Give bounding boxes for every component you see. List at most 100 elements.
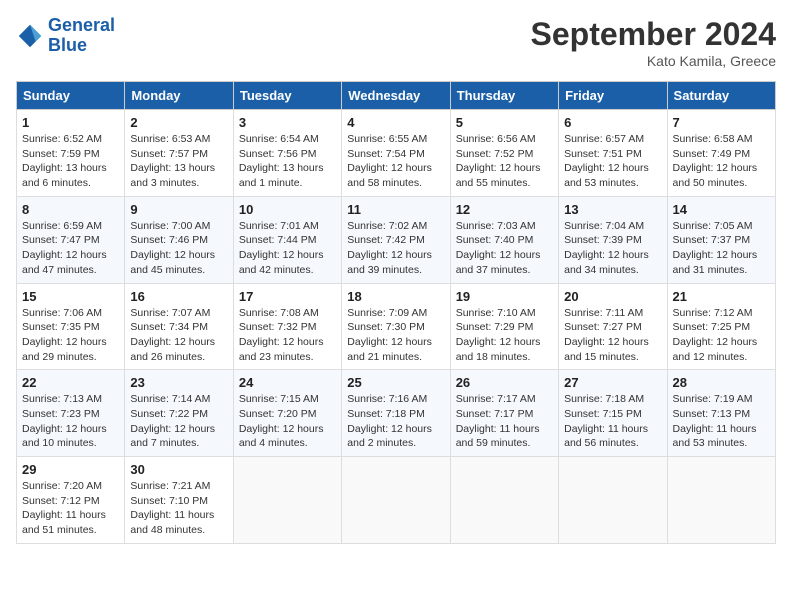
day-number: 7 bbox=[673, 115, 770, 130]
calendar-cell: 15 Sunrise: 7:06 AMSunset: 7:35 PMDayligh… bbox=[17, 283, 125, 370]
day-info: Sunrise: 7:11 AMSunset: 7:27 PMDaylight:… bbox=[564, 306, 661, 365]
weekday-header-friday: Friday bbox=[559, 82, 667, 110]
calendar-cell: 26Sunrise: 7:17 AMSunset: 7:17 PMDayligh… bbox=[450, 370, 558, 457]
weekday-header-monday: Monday bbox=[125, 82, 233, 110]
logo-icon bbox=[16, 22, 44, 50]
calendar-cell bbox=[667, 457, 775, 544]
day-info: Sunrise: 7:10 AMSunset: 7:29 PMDaylight:… bbox=[456, 306, 553, 365]
day-number: 25 bbox=[347, 375, 444, 390]
weekday-header-wednesday: Wednesday bbox=[342, 82, 450, 110]
day-info: Sunrise: 6:57 AMSunset: 7:51 PMDaylight:… bbox=[564, 132, 661, 191]
calendar-cell: 22 Sunrise: 7:13 AMSunset: 7:23 PMDayligh… bbox=[17, 370, 125, 457]
calendar-cell bbox=[342, 457, 450, 544]
day-number: 30 bbox=[130, 462, 227, 477]
day-info: Sunrise: 7:19 AMSunset: 7:13 PMDaylight:… bbox=[673, 392, 770, 451]
day-info: Sunrise: 7:03 AMSunset: 7:40 PMDaylight:… bbox=[456, 219, 553, 278]
day-number: 9 bbox=[130, 202, 227, 217]
day-info: Sunrise: 6:59 AMSunset: 7:47 PMDaylight:… bbox=[22, 219, 119, 278]
day-number: 24 bbox=[239, 375, 336, 390]
weekday-header-tuesday: Tuesday bbox=[233, 82, 341, 110]
weekday-header-sunday: Sunday bbox=[17, 82, 125, 110]
day-number: 18 bbox=[347, 289, 444, 304]
month-title: September 2024 bbox=[531, 16, 776, 53]
logo: General Blue bbox=[16, 16, 115, 56]
day-info: Sunrise: 7:13 AMSunset: 7:23 PMDaylight:… bbox=[22, 392, 119, 451]
day-number: 13 bbox=[564, 202, 661, 217]
calendar-cell bbox=[450, 457, 558, 544]
logo-line2: Blue bbox=[48, 35, 87, 55]
calendar-table: SundayMondayTuesdayWednesdayThursdayFrid… bbox=[16, 81, 776, 544]
calendar-cell: 3 Sunrise: 6:54 AMSunset: 7:56 PMDaylight… bbox=[233, 110, 341, 197]
day-number: 6 bbox=[564, 115, 661, 130]
day-number: 3 bbox=[239, 115, 336, 130]
day-info: Sunrise: 7:01 AMSunset: 7:44 PMDaylight:… bbox=[239, 219, 336, 278]
day-number: 26 bbox=[456, 375, 553, 390]
calendar-cell: 23 Sunrise: 7:14 AMSunset: 7:22 PMDayligh… bbox=[125, 370, 233, 457]
day-info: Sunrise: 7:07 AMSunset: 7:34 PMDaylight:… bbox=[130, 306, 227, 365]
day-info: Sunrise: 6:56 AMSunset: 7:52 PMDaylight:… bbox=[456, 132, 553, 191]
calendar-cell bbox=[559, 457, 667, 544]
calendar-cell: 4 Sunrise: 6:55 AMSunset: 7:54 PMDaylight… bbox=[342, 110, 450, 197]
calendar-cell: 14 Sunrise: 7:05 AMSunset: 7:37 PMDayligh… bbox=[667, 196, 775, 283]
calendar-cell: 20 Sunrise: 7:11 AMSunset: 7:27 PMDayligh… bbox=[559, 283, 667, 370]
calendar-cell: 12Sunrise: 7:03 AMSunset: 7:40 PMDayligh… bbox=[450, 196, 558, 283]
calendar-cell: 19 Sunrise: 7:10 AMSunset: 7:29 PMDayligh… bbox=[450, 283, 558, 370]
calendar-week-row: 29 Sunrise: 7:20 AMSunset: 7:12 PMDayligh… bbox=[17, 457, 776, 544]
calendar-cell: 16 Sunrise: 7:07 AMSunset: 7:34 PMDayligh… bbox=[125, 283, 233, 370]
day-number: 14 bbox=[673, 202, 770, 217]
day-number: 23 bbox=[130, 375, 227, 390]
day-info: Sunrise: 6:52 AMSunset: 7:59 PMDaylight:… bbox=[22, 132, 119, 191]
day-info: Sunrise: 7:21 AMSunset: 7:10 PMDaylight:… bbox=[130, 479, 227, 538]
calendar-cell: 30 Sunrise: 7:21 AMSunset: 7:10 PMDayligh… bbox=[125, 457, 233, 544]
calendar-cell: 9 Sunrise: 7:00 AMSunset: 7:46 PMDaylight… bbox=[125, 196, 233, 283]
calendar-cell: 1 Sunrise: 6:52 AMSunset: 7:59 PMDaylight… bbox=[17, 110, 125, 197]
day-number: 5 bbox=[456, 115, 553, 130]
day-number: 10 bbox=[239, 202, 336, 217]
day-info: Sunrise: 7:04 AMSunset: 7:39 PMDaylight:… bbox=[564, 219, 661, 278]
day-number: 27 bbox=[564, 375, 661, 390]
day-info: Sunrise: 7:15 AMSunset: 7:20 PMDaylight:… bbox=[239, 392, 336, 451]
day-number: 1 bbox=[22, 115, 119, 130]
day-info: Sunrise: 7:06 AMSunset: 7:35 PMDaylight:… bbox=[22, 306, 119, 365]
day-number: 20 bbox=[564, 289, 661, 304]
day-info: Sunrise: 6:54 AMSunset: 7:56 PMDaylight:… bbox=[239, 132, 336, 191]
day-number: 19 bbox=[456, 289, 553, 304]
calendar-cell: 10 Sunrise: 7:01 AMSunset: 7:44 PMDayligh… bbox=[233, 196, 341, 283]
day-info: Sunrise: 7:05 AMSunset: 7:37 PMDaylight:… bbox=[673, 219, 770, 278]
calendar-cell: 25 Sunrise: 7:16 AMSunset: 7:18 PMDayligh… bbox=[342, 370, 450, 457]
day-number: 4 bbox=[347, 115, 444, 130]
day-number: 2 bbox=[130, 115, 227, 130]
day-number: 8 bbox=[22, 202, 119, 217]
day-number: 29 bbox=[22, 462, 119, 477]
location-subtitle: Kato Kamila, Greece bbox=[531, 53, 776, 69]
weekday-header-saturday: Saturday bbox=[667, 82, 775, 110]
calendar-cell: 21Sunrise: 7:12 AMSunset: 7:25 PMDayligh… bbox=[667, 283, 775, 370]
calendar-cell: 5 Sunrise: 6:56 AMSunset: 7:52 PMDaylight… bbox=[450, 110, 558, 197]
day-info: Sunrise: 6:55 AMSunset: 7:54 PMDaylight:… bbox=[347, 132, 444, 191]
logo-line1: General bbox=[48, 15, 115, 35]
calendar-cell: 17Sunrise: 7:08 AMSunset: 7:32 PMDayligh… bbox=[233, 283, 341, 370]
day-number: 16 bbox=[130, 289, 227, 304]
day-info: Sunrise: 7:20 AMSunset: 7:12 PMDaylight:… bbox=[22, 479, 119, 538]
calendar-cell: 18Sunrise: 7:09 AMSunset: 7:30 PMDayligh… bbox=[342, 283, 450, 370]
day-info: Sunrise: 7:00 AMSunset: 7:46 PMDaylight:… bbox=[130, 219, 227, 278]
calendar-cell: 8 Sunrise: 6:59 AMSunset: 7:47 PMDaylight… bbox=[17, 196, 125, 283]
calendar-body: 1 Sunrise: 6:52 AMSunset: 7:59 PMDaylight… bbox=[17, 110, 776, 544]
day-number: 11 bbox=[347, 202, 444, 217]
calendar-week-row: 1 Sunrise: 6:52 AMSunset: 7:59 PMDaylight… bbox=[17, 110, 776, 197]
day-info: Sunrise: 6:53 AMSunset: 7:57 PMDaylight:… bbox=[130, 132, 227, 191]
calendar-cell: 13 Sunrise: 7:04 AMSunset: 7:39 PMDayligh… bbox=[559, 196, 667, 283]
calendar-week-row: 22 Sunrise: 7:13 AMSunset: 7:23 PMDayligh… bbox=[17, 370, 776, 457]
calendar-week-row: 8 Sunrise: 6:59 AMSunset: 7:47 PMDaylight… bbox=[17, 196, 776, 283]
weekday-row: SundayMondayTuesdayWednesdayThursdayFrid… bbox=[17, 82, 776, 110]
calendar-cell: 27Sunrise: 7:18 AMSunset: 7:15 PMDayligh… bbox=[559, 370, 667, 457]
calendar-cell: 6 Sunrise: 6:57 AMSunset: 7:51 PMDaylight… bbox=[559, 110, 667, 197]
calendar-cell: 24 Sunrise: 7:15 AMSunset: 7:20 PMDayligh… bbox=[233, 370, 341, 457]
day-number: 15 bbox=[22, 289, 119, 304]
calendar-header: SundayMondayTuesdayWednesdayThursdayFrid… bbox=[17, 82, 776, 110]
day-number: 22 bbox=[22, 375, 119, 390]
calendar-cell: 11 Sunrise: 7:02 AMSunset: 7:42 PMDayligh… bbox=[342, 196, 450, 283]
day-info: Sunrise: 7:02 AMSunset: 7:42 PMDaylight:… bbox=[347, 219, 444, 278]
day-info: Sunrise: 7:16 AMSunset: 7:18 PMDaylight:… bbox=[347, 392, 444, 451]
day-info: Sunrise: 7:14 AMSunset: 7:22 PMDaylight:… bbox=[130, 392, 227, 451]
